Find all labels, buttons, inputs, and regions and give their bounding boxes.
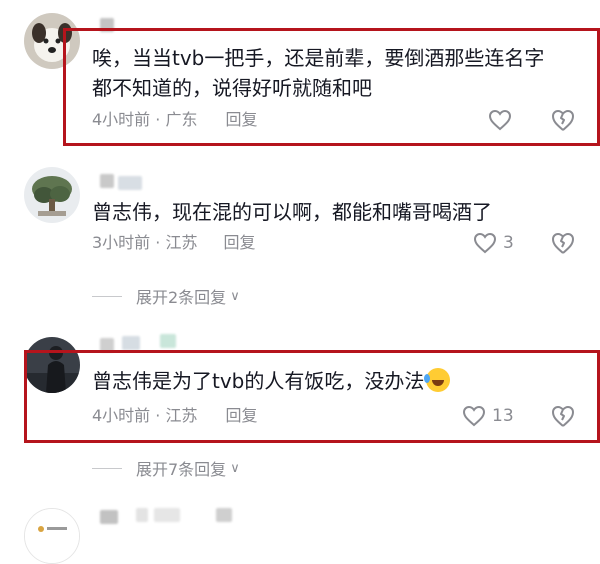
avatar[interactable] bbox=[24, 508, 80, 564]
divider bbox=[92, 467, 122, 469]
like-button[interactable]: 3 bbox=[473, 229, 514, 257]
expand-replies-button[interactable]: 展开2条回复 ∨ bbox=[92, 284, 240, 308]
username-blurred[interactable] bbox=[136, 508, 148, 522]
expand-replies-label: 展开2条回复 bbox=[136, 288, 227, 307]
highlight-box bbox=[63, 28, 600, 146]
username-blurred[interactable] bbox=[122, 336, 140, 350]
username-blurred[interactable] bbox=[216, 508, 232, 522]
expand-replies-label: 展开7条回复 bbox=[136, 460, 227, 479]
username-blurred[interactable] bbox=[160, 334, 176, 348]
chevron-down-icon: ∨ bbox=[230, 460, 240, 476]
highlight-box bbox=[24, 350, 600, 443]
comment-location: 江苏 bbox=[165, 233, 198, 252]
avatar[interactable] bbox=[24, 167, 80, 223]
comment-meta: 3小时前 · 江苏 回复 bbox=[92, 231, 255, 255]
chevron-down-icon: ∨ bbox=[230, 288, 240, 304]
divider bbox=[92, 295, 122, 297]
comment-time: 3小时前 bbox=[92, 233, 151, 252]
broken-heart-icon[interactable] bbox=[550, 230, 576, 256]
comment-text: 曾志伟，现在混的可以啊，都能和嘴哥喝酒了 bbox=[92, 200, 492, 224]
expand-replies-button[interactable]: 展开7条回复 ∨ bbox=[92, 456, 240, 480]
username-blurred[interactable] bbox=[154, 508, 180, 522]
like-count: 3 bbox=[503, 233, 514, 253]
heart-outline-icon bbox=[473, 232, 497, 254]
username-blurred[interactable] bbox=[100, 510, 118, 524]
username-blurred[interactable] bbox=[100, 174, 114, 188]
reply-button[interactable]: 回复 bbox=[223, 231, 255, 255]
username-blurred[interactable] bbox=[118, 176, 142, 190]
